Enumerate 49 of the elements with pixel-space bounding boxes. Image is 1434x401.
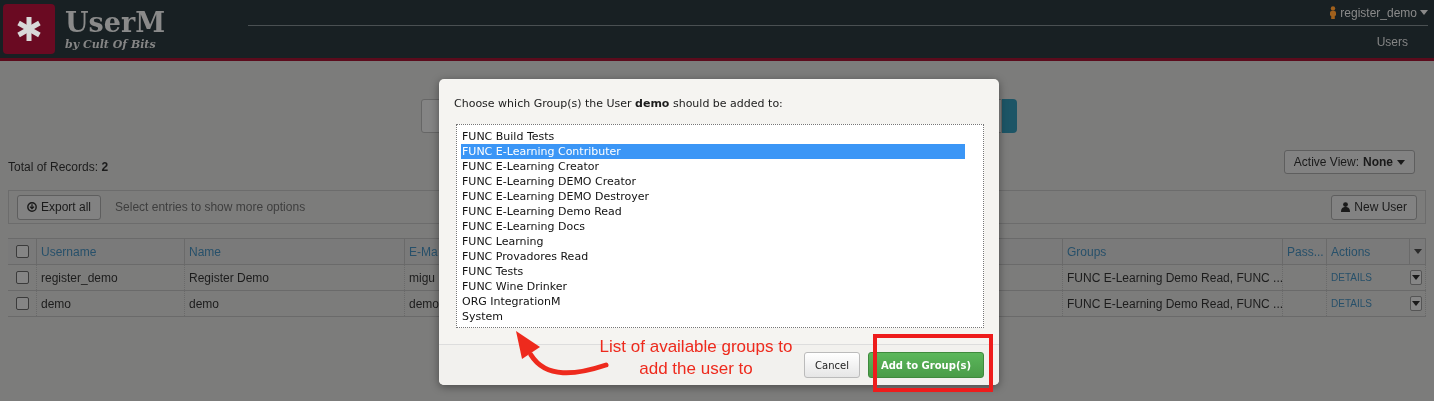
group-option[interactable]: FUNC Build Tests — [461, 129, 965, 144]
table-cell: FUNC E-Learning Demo Read, FUNC ... — [1067, 296, 1282, 311]
group-option[interactable]: FUNC Wine Drinker — [461, 279, 965, 294]
table-cell: demo — [189, 296, 220, 311]
table-cell: demo — [41, 296, 72, 311]
table-cell: demo — [409, 296, 440, 311]
group-listbox[interactable] — [456, 124, 984, 328]
cancel-button[interactable]: Cancel — [804, 352, 860, 378]
table-cell: migu — [409, 270, 435, 285]
row-menu-button[interactable] — [1410, 296, 1422, 311]
group-option[interactable]: FUNC E-Learning Creator — [461, 159, 965, 174]
download-icon — [27, 202, 37, 212]
group-option[interactable]: FUNC E-Learning DEMO Destroyer — [461, 189, 965, 204]
export-button[interactable]: Export all — [17, 194, 102, 220]
app-subtitle: by Cult Of Bits — [65, 37, 157, 51]
column-menu-icon[interactable] — [1414, 249, 1422, 254]
row-checkbox[interactable] — [16, 271, 29, 284]
nav-link[interactable]: Users — [1376, 35, 1408, 49]
select-all-checkbox[interactable] — [16, 245, 29, 258]
group-option[interactable]: FUNC Provadores Read — [461, 249, 965, 264]
app-title: UserM — [65, 7, 166, 38]
asterisk-logo-icon — [3, 4, 55, 54]
person-icon — [1341, 202, 1351, 212]
group-option[interactable]: FUNC Learning — [461, 234, 965, 249]
row-checkbox[interactable] — [16, 297, 29, 310]
group-option[interactable]: FUNC E-Learning Contributer — [461, 144, 965, 159]
group-option[interactable]: FUNC E-Learning Docs — [461, 219, 965, 234]
person-icon — [1329, 6, 1338, 19]
group-option[interactable]: FUNC E-Learning Demo Read — [461, 204, 965, 219]
user-menu[interactable]: register_demo — [1329, 5, 1428, 20]
group-option[interactable]: ORG IntegrationM — [461, 294, 965, 309]
caret-icon — [1397, 159, 1405, 165]
dialog-prompt: Choose which Group(s) the User demo should be added to: — [454, 97, 783, 112]
annotation-text: List of available groups to add the user to — [598, 336, 794, 380]
row-menu-button[interactable] — [1410, 270, 1422, 285]
table-cell: Register Demo — [189, 270, 270, 285]
table-cell: register_demo — [41, 270, 118, 285]
group-option[interactable]: FUNC Tests — [461, 264, 965, 279]
selection-hint: Select entries to show more options — [115, 200, 306, 214]
caret-icon — [1412, 275, 1420, 280]
new-user-button[interactable]: New User — [1331, 194, 1417, 220]
caret-icon — [1420, 10, 1428, 15]
table-cell: FUNC E-Learning Demo Read, FUNC ... — [1067, 270, 1282, 285]
record-count: Total of Records: 2 — [8, 160, 109, 174]
group-option[interactable]: FUNC E-Learning DEMO Creator — [461, 174, 965, 189]
active-view-dropdown[interactable]: Active View: None — [1283, 150, 1415, 174]
caret-icon — [1412, 301, 1420, 306]
group-option[interactable]: System — [461, 309, 965, 324]
add-to-groups-button[interactable]: Add to Group(s) — [867, 352, 984, 378]
